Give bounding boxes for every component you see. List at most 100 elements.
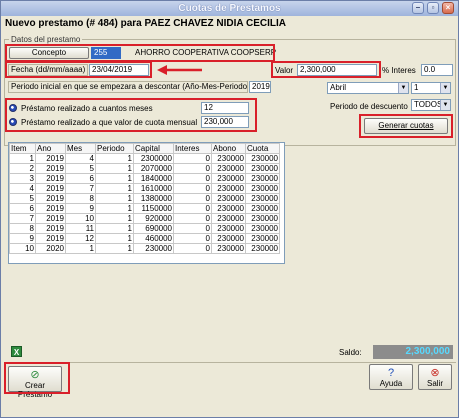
- table-cell: 0: [173, 163, 212, 174]
- column-header[interactable]: Mes: [65, 143, 96, 154]
- footer-separator: [4, 362, 456, 363]
- table-cell: 230000: [245, 183, 280, 194]
- highlight-radios: [5, 98, 257, 132]
- table-cell: 230000: [245, 173, 280, 184]
- table-row[interactable]: 4 2019 7 1 1610000 0 230000 230000: [9, 183, 280, 194]
- table-cell: 230000: [211, 163, 246, 174]
- exit-button[interactable]: ⊗ Salir: [418, 364, 452, 390]
- table-cell: 230000: [245, 203, 280, 214]
- table-cell: 0: [173, 193, 212, 204]
- table-cell: 6: [65, 173, 96, 184]
- periodo-label: Periodo inicial en que se empezara a des…: [8, 81, 248, 93]
- table-cell: 4: [65, 153, 96, 164]
- descuento-value: TODOS: [414, 100, 443, 109]
- table-cell: 12: [65, 233, 96, 244]
- table-cell: 0: [173, 233, 212, 244]
- table-cell: 1150000: [133, 203, 174, 214]
- table-row[interactable]: 6 2019 9 1 1150000 0 230000 230000: [9, 203, 280, 214]
- table-cell: 230000: [245, 163, 280, 174]
- table-cell: 10: [9, 243, 36, 254]
- periodo-num-select[interactable]: 1 ▼: [411, 82, 451, 94]
- table-cell: 1: [95, 243, 134, 254]
- title-bar: Cuotas de Prestamos – ▫ ×: [1, 1, 458, 16]
- highlight-crear: [4, 362, 70, 394]
- table-cell: 1: [95, 173, 134, 184]
- saldo-label: Saldo:: [339, 348, 362, 357]
- table-cell: 4: [9, 183, 36, 194]
- table-row[interactable]: 9 2019 12 1 460000 0 230000 230000: [9, 233, 280, 244]
- periodo-month-value: Abril: [330, 83, 347, 92]
- chevron-down-icon: ▼: [440, 83, 450, 93]
- table-cell: 2: [9, 163, 36, 174]
- table-cell: 1: [65, 243, 96, 254]
- loan-installments-window: Cuotas de Prestamos – ▫ × Nuevo prestamo…: [0, 0, 459, 418]
- periodo-year-input[interactable]: 2019: [249, 81, 271, 93]
- table-cell: 1: [95, 203, 134, 214]
- table-cell: 230000: [211, 173, 246, 184]
- highlight-valor: [271, 61, 381, 78]
- table-cell: 10: [65, 213, 96, 224]
- column-header[interactable]: Abono: [211, 143, 246, 154]
- window-controls: – ▫ ×: [412, 2, 454, 14]
- table-cell: 3: [9, 173, 36, 184]
- periodo-num-value: 1: [414, 83, 419, 92]
- table-row[interactable]: 2 2019 5 1 2070000 0 230000 230000: [9, 163, 280, 174]
- table-cell: 0: [173, 173, 212, 184]
- exit-icon: ⊗: [430, 367, 440, 379]
- table-row[interactable]: 1 2019 4 1 2300000 0 230000 230000: [9, 153, 280, 164]
- table-cell: 5: [9, 193, 36, 204]
- table-cell: 2020: [35, 243, 66, 254]
- table-cell: 0: [173, 203, 212, 214]
- table-row[interactable]: 7 2019 10 1 920000 0 230000 230000: [9, 213, 280, 224]
- close-button[interactable]: ×: [442, 2, 454, 14]
- highlight-concepto: [5, 44, 275, 62]
- table-cell: 230000: [245, 223, 280, 234]
- installments-grid: Item Ano Mes Periodo Capital Interes Abono Cuot…: [9, 143, 280, 254]
- table-cell: 230000: [211, 193, 246, 204]
- table-row[interactable]: 3 2019 6 1 1840000 0 230000 230000: [9, 173, 280, 184]
- column-header[interactable]: Capital: [133, 143, 174, 154]
- column-header[interactable]: Item: [9, 143, 36, 154]
- help-icon: ?: [387, 367, 395, 379]
- column-header[interactable]: Cuota: [245, 143, 280, 154]
- table-row[interactable]: 5 2019 8 1 1380000 0 230000 230000: [9, 193, 280, 204]
- table-row[interactable]: 10 2020 1 1 230000 0 230000 230000: [9, 243, 280, 254]
- table-cell: 230000: [245, 193, 280, 204]
- table-cell: 8: [9, 223, 36, 234]
- restore-button[interactable]: ▫: [427, 2, 439, 14]
- table-cell: 230000: [211, 223, 246, 234]
- table-cell: 5: [65, 163, 96, 174]
- table-cell: 1: [95, 223, 134, 234]
- table-cell: 230000: [211, 183, 246, 194]
- minimize-button[interactable]: –: [412, 2, 424, 14]
- table-cell: 1: [95, 193, 134, 204]
- table-cell: 230000: [245, 243, 280, 254]
- table-cell: 2019: [35, 163, 66, 174]
- table-row[interactable]: 8 2019 11 1 690000 0 230000 230000: [9, 223, 280, 234]
- table-body: 1 2019 4 1 2300000 0 230000 230000 2 2019 5 1 207000…: [9, 153, 280, 254]
- interes-input[interactable]: 0.0: [421, 64, 453, 76]
- table-cell: 2019: [35, 153, 66, 164]
- table-cell: 1: [95, 163, 134, 174]
- table-cell: 230000: [245, 233, 280, 244]
- table-cell: 230000: [211, 243, 246, 254]
- table-cell: 9: [65, 203, 96, 214]
- table-cell: 230000: [133, 243, 174, 254]
- excel-icon[interactable]: X: [11, 346, 22, 357]
- descuento-label: Periodo de descuento: [330, 102, 408, 111]
- table-cell: 2300000: [133, 153, 174, 164]
- column-header[interactable]: Periodo: [95, 143, 134, 154]
- table-cell: 6: [9, 203, 36, 214]
- table-cell: 2070000: [133, 163, 174, 174]
- table-cell: 230000: [211, 203, 246, 214]
- table-cell: 2019: [35, 193, 66, 204]
- installments-table[interactable]: Item Ano Mes Periodo Capital Interes Abono Cuot…: [8, 142, 285, 264]
- column-header[interactable]: Ano: [35, 143, 66, 154]
- table-cell: 7: [65, 183, 96, 194]
- chevron-down-icon: ▼: [440, 100, 450, 110]
- descuento-select[interactable]: TODOS ▼: [411, 99, 451, 111]
- help-button[interactable]: ? Ayuda: [369, 364, 413, 390]
- periodo-month-select[interactable]: Abril ▼: [327, 82, 409, 94]
- column-header[interactable]: Interes: [173, 143, 212, 154]
- highlight-generar: [359, 114, 453, 138]
